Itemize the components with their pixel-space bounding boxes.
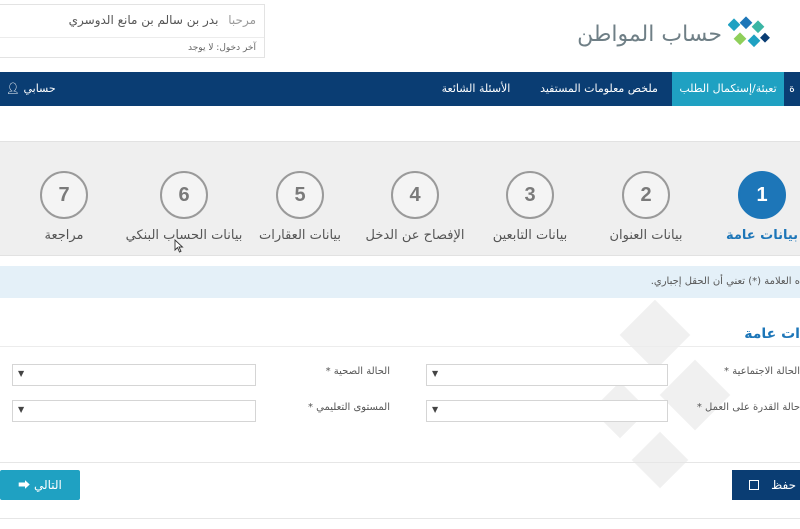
save-button[interactable]: حفظ xyxy=(732,470,800,500)
section-title: ات عامة xyxy=(744,326,800,342)
arrow-circle-icon: ⮕ xyxy=(18,478,31,492)
work-ability-select[interactable]: ▼ xyxy=(426,400,668,422)
nav-item-beneficiary-summary[interactable]: ملخص معلومات المستفيد xyxy=(526,72,672,106)
chevron-down-icon: ▼ xyxy=(18,369,25,378)
nav-item-fill-application[interactable]: تعبئة/إستكمال الطلب xyxy=(672,72,784,106)
step-number: 5 xyxy=(276,171,324,219)
divider xyxy=(0,346,800,347)
welcome-row: مرحبا بدر بن سالم بن مانع الدوسري xyxy=(69,13,256,27)
save-label: حفظ xyxy=(771,478,796,492)
chevron-down-icon: ▼ xyxy=(432,369,439,378)
step-number: 7 xyxy=(40,171,88,219)
health-status-select[interactable]: ▼ xyxy=(12,364,256,386)
step-6[interactable]: 6 بيانات الحساب البنكي xyxy=(114,171,254,243)
next-button[interactable]: التالي ⮕ xyxy=(0,470,80,500)
step-number: 1 xyxy=(738,171,786,219)
nav-item-cut[interactable]: ة xyxy=(784,72,800,106)
nav-item-faq[interactable]: الأسئلة الشائعة xyxy=(426,72,526,106)
step-label: مراجعة xyxy=(44,228,84,243)
wizard-steps: 1 بيانات عامة 2 بيانات العنوان 3 بيانات … xyxy=(0,141,800,256)
education-level-select[interactable]: ▼ xyxy=(12,400,256,422)
step-number: 2 xyxy=(622,171,670,219)
step-number: 4 xyxy=(391,171,439,219)
marital-status-label: الحالة الاجتماعية * xyxy=(724,366,800,377)
step-number: 6 xyxy=(160,171,208,219)
required-fields-notice: ه العلامة (*) تعني أن الحقل إجباري. xyxy=(0,266,800,298)
account-label: حسابي xyxy=(23,82,56,95)
marital-status-select[interactable]: ▼ xyxy=(426,364,668,386)
main-navbar: ة تعبئة/إستكمال الطلب ملخص معلومات المست… xyxy=(0,72,800,106)
step-7[interactable]: 7 مراجعة xyxy=(0,171,134,243)
chevron-down-icon: ▼ xyxy=(432,405,439,414)
user-info-box: مرحبا بدر بن سالم بن مانع الدوسري آخر دخ… xyxy=(0,4,265,58)
education-level-label: المستوى التعليمي * xyxy=(307,402,390,413)
notice-text: ه العلامة (*) تعني أن الحقل إجباري. xyxy=(650,276,800,287)
divider xyxy=(0,37,264,38)
logo-text: حساب المواطن xyxy=(577,22,722,47)
divider xyxy=(0,518,800,519)
next-label: التالي xyxy=(33,478,62,492)
user-name: بدر بن سالم بن مانع الدوسري xyxy=(68,13,219,27)
chevron-down-icon: ▼ xyxy=(18,405,25,414)
logo-mark-icon xyxy=(728,16,770,48)
work-ability-label: حالة القدرة على العمل * xyxy=(696,402,800,413)
welcome-label: مرحبا xyxy=(228,13,256,27)
last-login: آخر دخول: لا يوجد xyxy=(188,43,256,53)
account-menu[interactable]: حسابي 👤︎ xyxy=(6,72,56,106)
floppy-disk-icon xyxy=(749,480,760,490)
step-label: بيانات الحساب البنكي xyxy=(125,228,243,243)
divider xyxy=(0,462,800,463)
site-logo[interactable]: حساب المواطن xyxy=(577,10,782,60)
health-status-label: الحالة الصحية * xyxy=(325,366,390,377)
mouse-cursor-icon xyxy=(174,239,184,253)
step-number: 3 xyxy=(506,171,554,219)
user-icon: 👤︎ xyxy=(6,82,20,95)
header: حساب المواطن مرحبا بدر بن سالم بن مانع ا… xyxy=(0,0,800,72)
